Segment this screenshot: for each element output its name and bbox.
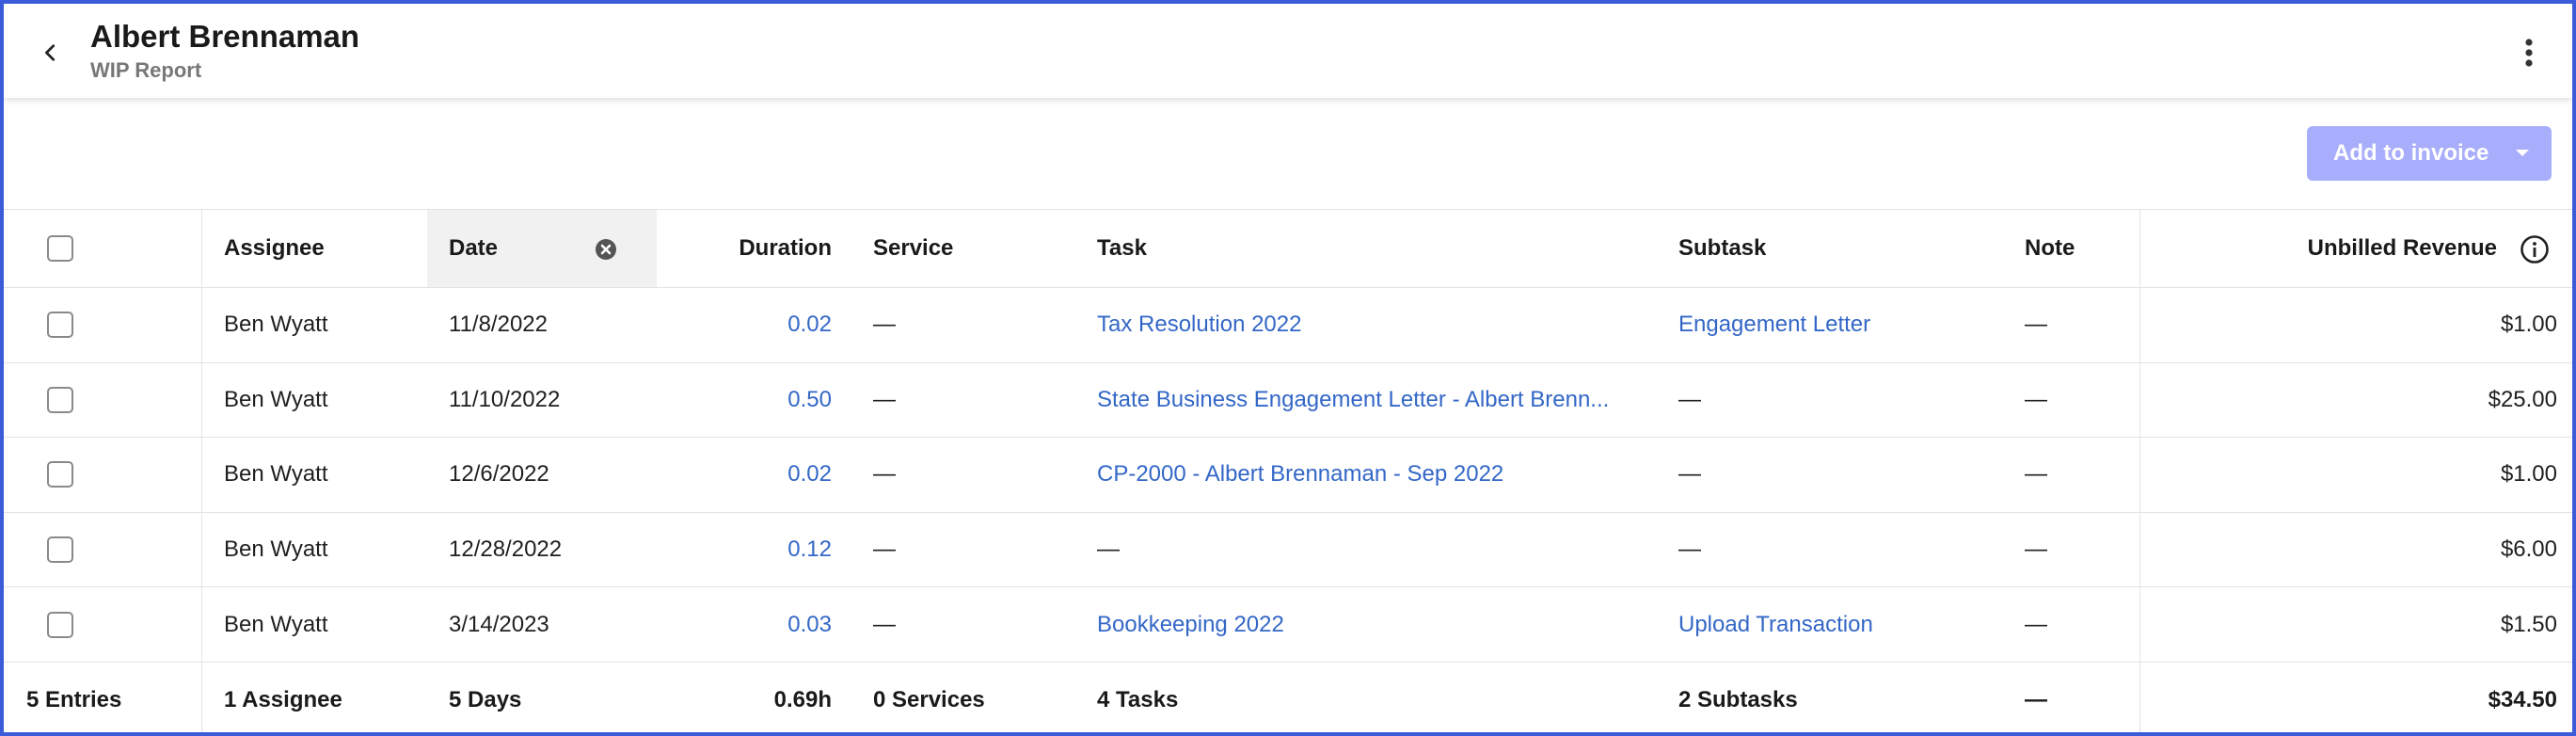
cell-duration[interactable]: 0.02 [662, 438, 832, 512]
row-select-cell [47, 288, 73, 362]
col-header-unbilled-revenue[interactable]: Unbilled Revenue [2158, 210, 2497, 287]
app-frame: Albert Brennaman WIP Report Add to invoi… [0, 0, 2576, 736]
back-button[interactable] [30, 32, 72, 73]
cell-note: — [2025, 312, 2047, 338]
col-header-note[interactable]: Note [2025, 210, 2075, 287]
info-icon[interactable] [2520, 234, 2550, 264]
footer-days: 5 Days [449, 687, 522, 712]
col-header-service[interactable]: Service [873, 210, 953, 287]
footer-services: 0 Services [873, 687, 985, 712]
cell-subtask: — [1678, 386, 1701, 412]
table-row[interactable]: Ben Wyatt 12/6/2022 0.02 — CP-2000 - Albert … [4, 438, 2572, 513]
cell-task[interactable]: CP-2000 - Albert Brennaman - Sep 2022 [1097, 438, 1624, 512]
cell-assignee: Ben Wyatt [224, 611, 328, 637]
cell-subtask: — [1678, 461, 1701, 488]
cell-note: — [2025, 611, 2047, 637]
page-subtitle: WIP Report [90, 58, 202, 82]
cell-date: 12/6/2022 [449, 461, 549, 488]
cell-task[interactable]: Tax Resolution 2022 [1097, 288, 1624, 362]
cell-revenue: $25.00 [2488, 386, 2557, 412]
table-header-row: Assignee Date Duration Service Task Subt… [4, 209, 2572, 288]
cell-revenue: $1.00 [2500, 312, 2557, 338]
row-checkbox[interactable] [47, 536, 73, 564]
table-row[interactable]: Ben Wyatt 11/8/2022 0.02 — Tax Resolution 20… [4, 288, 2572, 363]
footer-entries: 5 Entries [26, 687, 122, 712]
cell-service: — [873, 386, 896, 412]
cell-note: — [2025, 461, 2047, 488]
table-row[interactable]: Ben Wyatt 12/28/2022 0.12 — — — — $6.00 [4, 513, 2572, 588]
cell-service: — [873, 461, 896, 488]
cell-revenue: $1.50 [2500, 611, 2557, 637]
table-footer-row: 5 Entries 1 Assignee 5 Days 0.69h 0 Serv… [4, 663, 2572, 732]
cell-duration[interactable]: 0.03 [662, 587, 832, 662]
more-vertical-icon [2525, 39, 2533, 67]
cell-date: 11/8/2022 [449, 312, 548, 338]
cell-task: — [1097, 536, 1120, 563]
table-row[interactable]: Ben Wyatt 3/14/2023 0.03 — Bookkeeping 2022 U… [4, 587, 2572, 663]
row-select-cell [47, 513, 73, 587]
row-checkbox[interactable] [47, 611, 73, 638]
table-row[interactable]: Ben Wyatt 11/10/2022 0.50 — State Business E… [4, 363, 2572, 439]
row-select-cell [47, 438, 73, 512]
cell-service: — [873, 536, 896, 563]
page-header: Albert Brennaman WIP Report [4, 4, 2572, 98]
cell-subtask: — [1678, 536, 1701, 563]
cell-service: — [873, 312, 896, 338]
add-to-invoice-label: Add to invoice [2333, 140, 2489, 166]
row-select-cell [47, 587, 73, 662]
col-header-assignee[interactable]: Assignee [224, 210, 325, 287]
cell-service: — [873, 611, 896, 637]
cell-date: 11/10/2022 [449, 386, 561, 412]
cell-revenue: $6.00 [2500, 536, 2557, 563]
cell-duration[interactable]: 0.50 [662, 363, 832, 438]
cell-task[interactable]: Bookkeeping 2022 [1097, 587, 1624, 662]
footer-note: — [2025, 687, 2047, 712]
cell-revenue: $1.00 [2500, 461, 2557, 488]
row-checkbox[interactable] [47, 312, 73, 339]
clear-sort-icon[interactable] [595, 238, 617, 261]
chevron-left-icon [45, 44, 56, 61]
add-to-invoice-button[interactable]: Add to invoice [2307, 126, 2552, 181]
footer-tasks: 4 Tasks [1097, 687, 1179, 712]
cell-date: 12/28/2022 [449, 536, 563, 563]
cell-duration[interactable]: 0.12 [662, 513, 832, 587]
footer-revenue: $34.50 [2488, 687, 2557, 712]
select-all-cell [47, 210, 73, 287]
footer-assignees: 1 Assignee [224, 687, 342, 712]
cell-assignee: Ben Wyatt [224, 461, 328, 488]
select-all-checkbox[interactable] [47, 235, 73, 262]
cell-subtask[interactable]: Engagement Letter [1678, 288, 1870, 362]
cell-subtask[interactable]: Upload Transaction [1678, 587, 1873, 662]
col-header-date[interactable]: Date [449, 210, 498, 287]
caret-down-icon[interactable] [2516, 150, 2529, 156]
cell-duration[interactable]: 0.02 [662, 288, 832, 362]
cell-date: 3/14/2023 [449, 611, 549, 637]
cell-assignee: Ben Wyatt [224, 536, 328, 563]
cell-note: — [2025, 536, 2047, 563]
footer-subtasks: 2 Subtasks [1678, 687, 1798, 712]
more-menu-button[interactable] [2510, 32, 2548, 73]
cell-task[interactable]: State Business Engagement Letter - Alber… [1097, 363, 1624, 438]
footer-duration: 0.69h [773, 687, 832, 712]
cell-assignee: Ben Wyatt [224, 312, 328, 338]
page-title: Albert Brennaman [90, 19, 360, 54]
row-select-cell [47, 363, 73, 438]
col-header-duration[interactable]: Duration [662, 210, 832, 287]
col-header-subtask[interactable]: Subtask [1678, 210, 1766, 287]
cell-note: — [2025, 386, 2047, 412]
col-header-task[interactable]: Task [1097, 210, 1147, 287]
cell-assignee: Ben Wyatt [224, 386, 328, 412]
row-checkbox[interactable] [47, 461, 73, 488]
row-checkbox[interactable] [47, 386, 73, 413]
